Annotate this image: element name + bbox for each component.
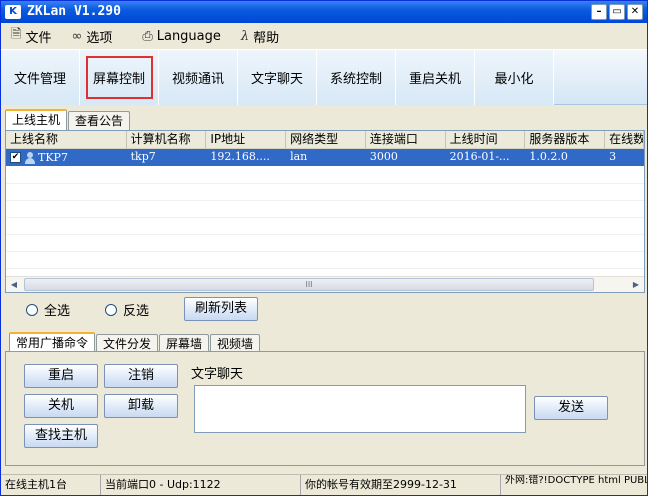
document-icon: 🗎 [11, 27, 22, 42]
main-window: K ZKLan V1.290 – ▭ ✕ 🗎 文件 ∞ 选项 ⎙ Languag… [0, 0, 648, 496]
text-chat-button[interactable]: 文字聊天 [238, 50, 317, 105]
invert-selection-label: 反选 [123, 304, 150, 319]
shutdown-button[interactable]: 关机 [24, 394, 98, 418]
online-count-cell: 3 [609, 150, 617, 163]
port-cell: 3000 [369, 150, 398, 163]
menu-bar: 🗎 文件 ∞ 选项 ⎙ Language λ 帮助 [1, 23, 647, 49]
glasses-icon: ∞ [71, 28, 83, 44]
menu-options-label: 选项 [86, 30, 113, 46]
column-header[interactable]: 在线数 [605, 131, 644, 149]
text-chat-label: 文字聊天 [191, 367, 244, 382]
host-name: TKP7 [38, 150, 68, 164]
column-header[interactable]: 上线时间 [446, 131, 526, 149]
tab-announcements[interactable]: 查看公告 [68, 111, 131, 130]
scroll-left-icon[interactable]: ◀ [6, 277, 22, 292]
radio-circle-icon [105, 303, 117, 316]
select-all-label: 全选 [44, 304, 71, 319]
user-icon [24, 151, 36, 164]
screen-control-button[interactable]: 屏幕控制 [80, 50, 159, 105]
column-header[interactable]: IP地址 [206, 131, 287, 149]
column-header[interactable]: 网络类型 [286, 131, 366, 149]
app-icon: K [5, 5, 21, 19]
maximize-button[interactable]: ▭ [609, 4, 625, 20]
network-type-cell: lan [290, 150, 308, 163]
menu-options[interactable]: ∞ 选项 [61, 25, 122, 47]
send-button[interactable]: 发送 [534, 396, 608, 420]
column-header[interactable]: 服务器版本 [525, 131, 606, 149]
logout-button[interactable]: 注销 [104, 364, 178, 388]
chat-message-input[interactable] [194, 385, 526, 433]
row-name-cell: ✔ TKP7 [6, 149, 127, 166]
tab-broadcast-commands[interactable]: 常用广播命令 [9, 332, 96, 353]
find-host-button[interactable]: 查找主机 [24, 424, 98, 448]
file-manager-button[interactable]: 文件管理 [1, 50, 80, 105]
menu-language[interactable]: ⎙ Language [122, 25, 231, 47]
menu-file-label: 文件 [25, 30, 52, 46]
row-checkbox[interactable]: ✔ [10, 152, 21, 163]
minimize-button[interactable]: – [591, 4, 607, 20]
online-time-cell: 2016-01-... [449, 150, 510, 163]
scroll-thumb[interactable]: III [24, 278, 594, 291]
table-header: 上线名称 计算机名称 IP地址 网络类型 连接端口 上线时间 服务器版本 在线数 [6, 131, 644, 149]
menu-help[interactable]: λ 帮助 [231, 25, 289, 47]
status-hosts-online: 在线主机1台 [1, 475, 101, 495]
scroll-right-icon[interactable]: ▶ [628, 277, 644, 292]
computer-name-cell: tkp7 [130, 150, 156, 163]
menu-help-label: 帮助 [253, 30, 280, 46]
status-public-ip: 外网:错?!DOCTYPE html PUBLIC "-//W3C//DTD [505, 475, 647, 486]
tab-online-hosts[interactable]: 上线主机 [5, 109, 68, 130]
host-table: 上线名称 计算机名称 IP地址 网络类型 连接端口 上线时间 服务器版本 在线数… [5, 130, 645, 293]
server-version-cell: 1.0.2.0 [529, 150, 568, 163]
radio-circle-icon [26, 303, 38, 316]
empty-rows [6, 167, 644, 277]
window-title: ZKLan V1.290 [27, 4, 121, 19]
horizontal-scrollbar[interactable]: ◀ III ▶ [6, 276, 644, 292]
select-all-radio[interactable]: 全选 [26, 300, 70, 319]
help-icon: λ [240, 28, 250, 44]
system-control-button[interactable]: 系统控制 [317, 50, 396, 105]
restart-shutdown-button[interactable]: 重启关机 [396, 50, 475, 105]
close-button[interactable]: ✕ [627, 4, 643, 20]
host-tabs: 上线主机 查看公告 [5, 109, 131, 130]
refresh-list-button[interactable]: 刷新列表 [184, 297, 258, 321]
minimize-app-button[interactable]: 最小化 [475, 50, 554, 105]
menu-file[interactable]: 🗎 文件 [1, 25, 61, 47]
restart-button[interactable]: 重启 [24, 364, 98, 388]
uninstall-button[interactable]: 卸载 [104, 394, 178, 418]
command-tabs: 常用广播命令 文件分发 屏幕墙 视频墙 [9, 332, 261, 353]
table-row[interactable]: ✔ TKP7 tkp7 192.168.... lan 3000 2016-01… [6, 149, 644, 166]
invert-selection-radio[interactable]: 反选 [105, 300, 149, 319]
status-port: 当前端口0 - Udp:1122 [101, 475, 301, 495]
title-bar[interactable]: K ZKLan V1.290 – ▭ ✕ [1, 1, 647, 23]
column-header[interactable]: 上线名称 [6, 131, 127, 149]
column-header[interactable]: 连接端口 [366, 131, 446, 149]
printer-icon: ⎙ [142, 28, 153, 44]
toolbar: 文件管理 屏幕控制 视频通讯 文字聊天 系统控制 重启关机 最小化 [1, 49, 647, 105]
ip-cell: 192.168.... [210, 150, 270, 163]
status-expiry: 你的帐号有效期至2999-12-31 [301, 475, 501, 495]
status-bar: 在线主机1台 当前端口0 - Udp:1122 你的帐号有效期至2999-12-… [1, 474, 647, 495]
video-call-button[interactable]: 视频通讯 [159, 50, 238, 105]
column-header[interactable]: 计算机名称 [127, 131, 207, 149]
menu-language-label: Language [156, 28, 221, 44]
